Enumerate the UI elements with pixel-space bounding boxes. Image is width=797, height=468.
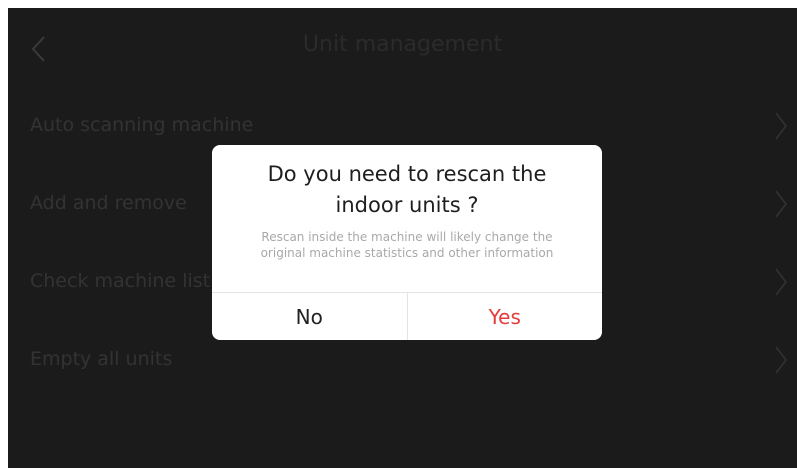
no-button[interactable]: No: [212, 293, 408, 340]
yes-button[interactable]: Yes: [408, 293, 603, 340]
dialog-message: Rescan inside the machine will likely ch…: [260, 230, 554, 260]
screen: Unit management Auto scanning machine Ad…: [8, 8, 797, 468]
rescan-dialog: Do you need to rescan the indoor units ?…: [212, 145, 602, 340]
dialog-title: Do you need to rescan the indoor units ?: [267, 162, 547, 217]
dialog-buttons: No Yes: [212, 293, 602, 340]
